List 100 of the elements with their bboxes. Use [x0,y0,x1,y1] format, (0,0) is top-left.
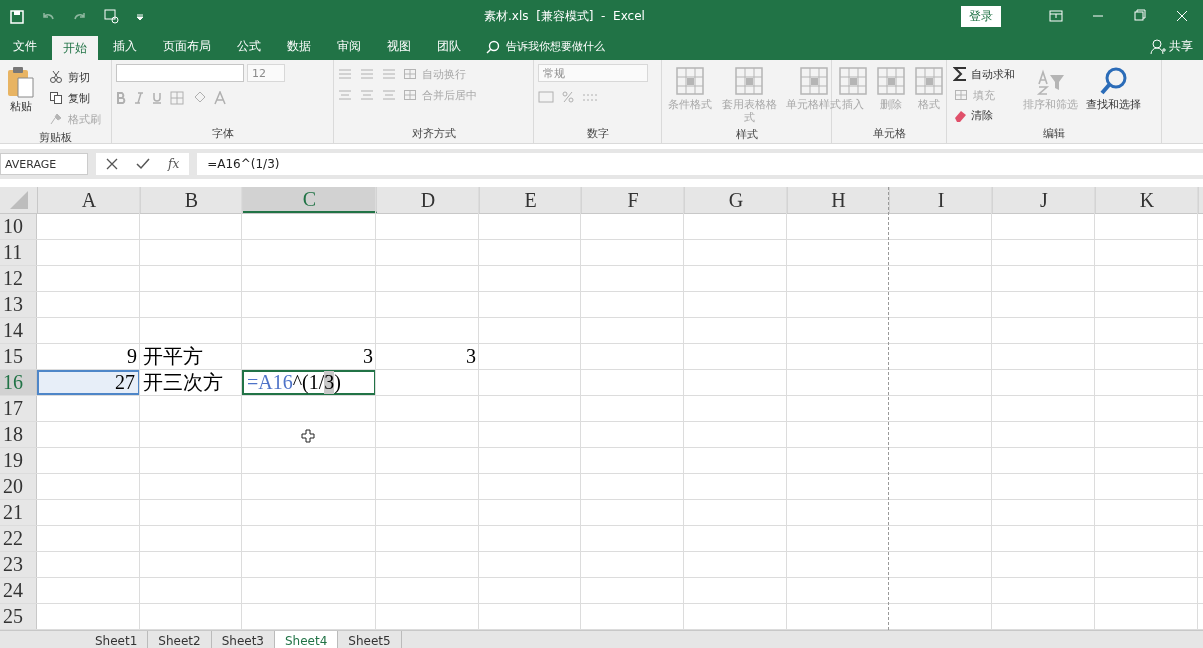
table-cell-text: 3 [465,344,477,369]
row-header[interactable]: 21 [0,500,37,525]
sheet-tab[interactable]: Sheet2 [148,631,212,648]
column-header[interactable]: F [582,187,685,213]
row-header[interactable]: 18 [0,422,37,447]
row-header[interactable]: 16 [0,370,37,395]
row-header[interactable]: 19 [0,448,37,473]
small-tool-icon [402,87,418,103]
share-button[interactable]: 共享 [1139,33,1201,60]
row-header[interactable]: 25 [0,604,37,629]
customize-icon[interactable] [136,12,144,21]
touch-mode-icon[interactable] [104,8,120,25]
ribbon-button[interactable]: 粘贴 [4,64,38,115]
formula-field[interactable]: =A16^(1/3) [197,153,1203,175]
border-icon[interactable] [170,91,184,105]
sheet-tab[interactable]: Sheet3 [211,631,275,648]
align-icon[interactable] [338,89,352,101]
align-icon[interactable] [338,68,352,80]
ribbon-button[interactable]: 清除 [951,106,1017,125]
sheet-tab[interactable]: Sheet5 [338,631,402,648]
column-header[interactable]: J [993,187,1096,213]
group-label: 编辑 [1042,126,1066,142]
search-icon [1098,66,1129,96]
save-icon[interactable] [10,9,24,24]
group-label: 单元格 [871,126,907,142]
cells-icon [876,66,906,96]
column-header[interactable]: K [1096,187,1199,213]
group-label: 样式 [734,127,759,143]
login-button[interactable]: 登录 [961,6,1001,27]
table-cell: 27 [37,370,140,395]
sum-icon [953,66,967,82]
person-icon[interactable] [1150,38,1166,55]
table-cell-text: 开平方 [142,344,204,369]
row-header[interactable]: 20 [0,474,37,499]
row-header[interactable]: 23 [0,552,37,577]
menu-tab[interactable]: 团队 [426,33,472,60]
sheet-tab[interactable]: Sheet4 [275,631,339,648]
row-header[interactable]: 12 [0,266,37,291]
table-cell-text: 3 [362,344,374,369]
table-cell-text: 9 [126,344,138,369]
row-header[interactable]: 22 [0,526,37,551]
scissors-icon [48,69,64,85]
sheet-tab[interactable]: Sheet1 [85,631,149,648]
percent-icon[interactable] [562,91,574,103]
editing-cell[interactable]: =A16^(1/3) [242,370,376,395]
row-header[interactable]: 15 [0,344,37,369]
fill-color-icon[interactable] [192,91,206,105]
menu-tab[interactable]: 公式 [226,33,272,60]
column-header[interactable]: I [890,187,993,213]
small-tool-icon [402,66,418,82]
row-header[interactable]: 13 [0,292,37,317]
align-icon[interactable] [382,89,396,101]
row-header[interactable]: 17 [0,396,37,421]
font-name-field[interactable] [116,64,244,82]
search-icon[interactable] [486,39,500,54]
menu-tab[interactable]: 开始 [52,36,98,60]
group-label: 字体 [210,126,235,142]
ribbon-button[interactable]: 自动求和 [951,64,1017,84]
menu-tab[interactable]: 页面布局 [152,33,222,60]
cancel-icon[interactable] [106,158,118,170]
table-style-icon [734,66,764,96]
row-header[interactable]: 11 [0,240,37,265]
clipboard-icon [6,66,36,98]
row-header[interactable]: 10 [0,214,37,239]
column-header[interactable]: D [377,187,480,213]
bold-icon[interactable] [116,92,126,104]
insert-function-button[interactable]: fx [168,157,180,171]
menu-tab[interactable]: 文件 [2,33,48,60]
column-header[interactable]: E [480,187,582,213]
window-title: 素材.xls [兼容模式] - Excel [484,8,646,25]
cursor-icon [301,429,315,443]
menu-tab[interactable]: 视图 [376,33,422,60]
row-header[interactable]: 14 [0,318,37,343]
underline-icon[interactable] [152,92,162,104]
menu-tab[interactable]: 插入 [102,33,148,60]
align-icon[interactable] [360,89,374,101]
table-style-icon [675,66,705,96]
column-header[interactable]: C [243,187,377,213]
column-header[interactable]: G [685,187,788,213]
ribbon-button[interactable]: 查找和选择 [1084,64,1143,113]
enter-icon[interactable] [136,158,150,170]
small-tool-icon [953,87,969,103]
copy-icon [48,90,64,106]
name-box[interactable]: AVERAGE [0,153,88,175]
group-label: 数字 [585,126,610,142]
cells-icon [914,66,944,96]
ribbon-button[interactable]: 复制 [46,88,103,108]
column-header[interactable]: H [788,187,890,213]
font-color-icon[interactable] [214,91,226,105]
column-header[interactable]: A [38,187,141,213]
menu-tab[interactable]: 审阅 [326,33,372,60]
ribbon-button[interactable]: 剪切 [46,67,103,87]
align-icon[interactable] [382,68,396,80]
menu-tab[interactable]: 数据 [276,33,322,60]
tell-me-field[interactable]: 告诉我你想要做什么 [506,39,605,54]
table-style-icon [798,66,829,96]
group-label: 剪贴板 [38,130,73,146]
italic-icon[interactable] [134,92,144,104]
align-icon[interactable] [360,68,374,80]
row-header[interactable]: 24 [0,578,37,603]
